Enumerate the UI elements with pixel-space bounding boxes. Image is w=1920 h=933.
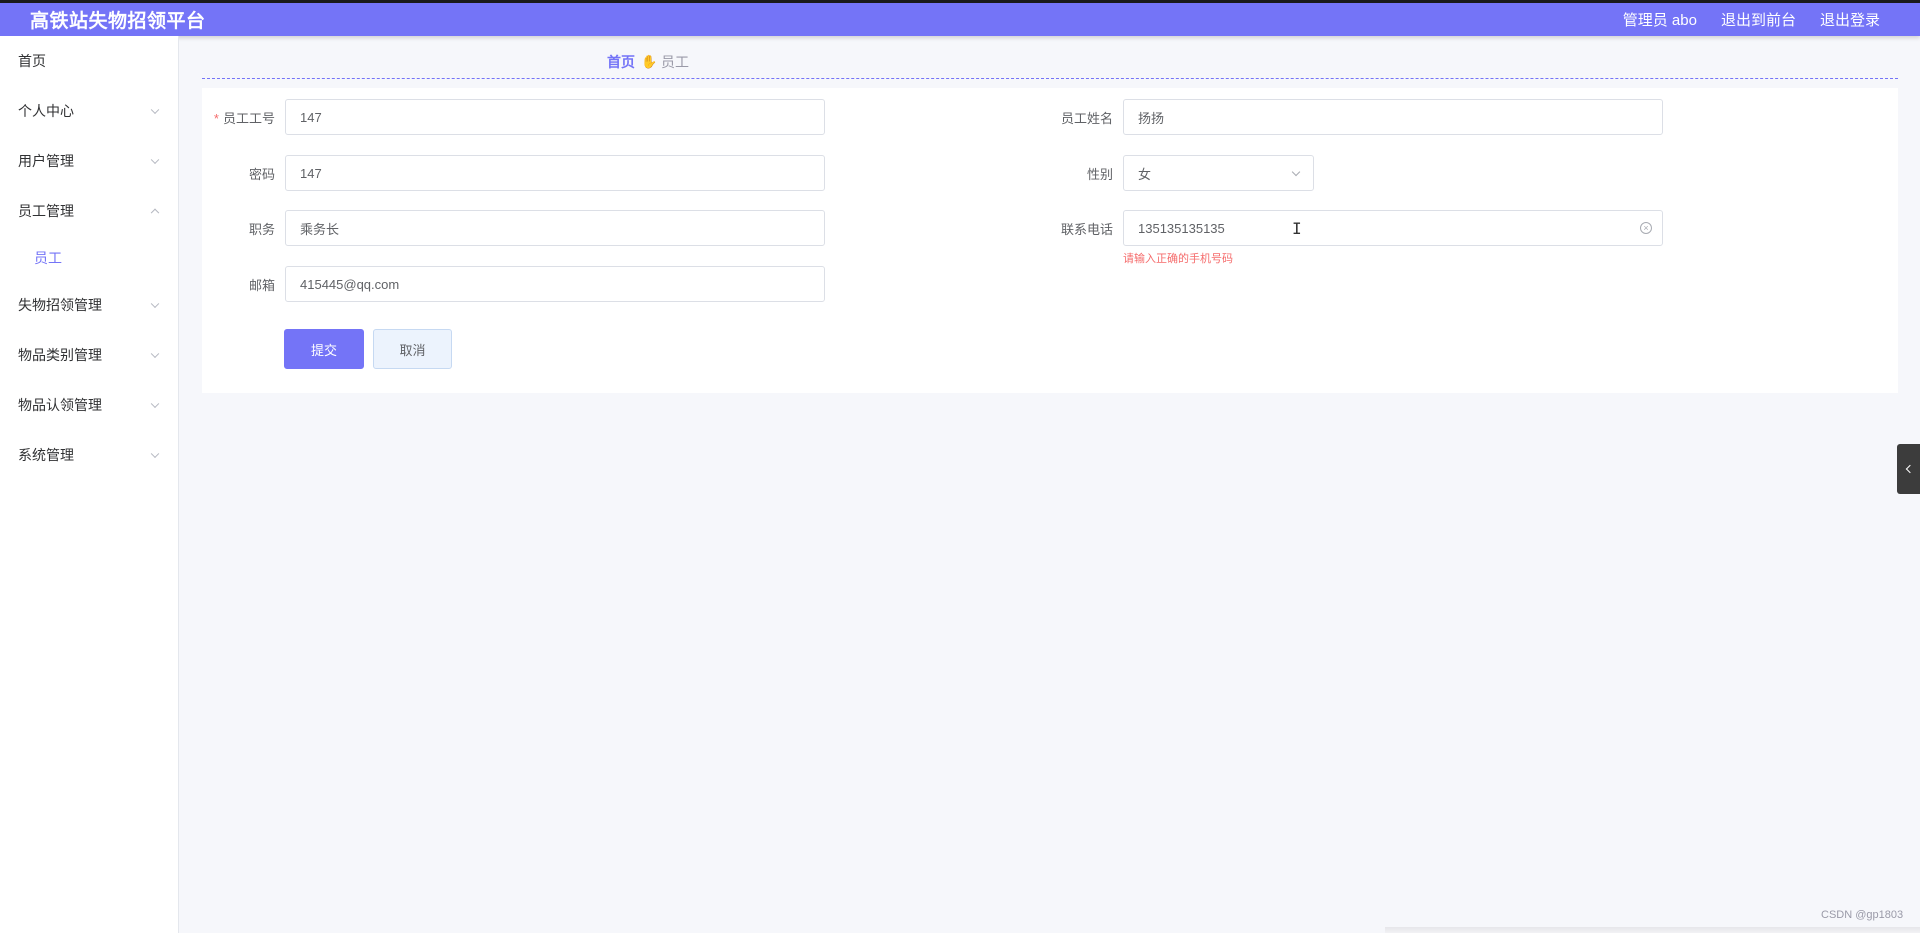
password-label: 密码 bbox=[248, 166, 275, 182]
phone-field: 联系电话 135135135135 I × 请输入正确的手机号码 bbox=[1048, 210, 1663, 265]
header-actions: 管理员 abo 退出到前台 退出登录 bbox=[1623, 9, 1880, 30]
chevron-down-icon bbox=[150, 155, 160, 165]
chevron-down-icon bbox=[150, 299, 160, 309]
email-field: 邮箱 415445@qq.com bbox=[210, 266, 825, 302]
gender-label: 性别 bbox=[1086, 166, 1113, 182]
position-field: 职务 乘务长 bbox=[210, 210, 825, 246]
chevron-down-icon bbox=[150, 349, 160, 359]
sidebar-subitem-employee[interactable]: 员工 bbox=[0, 236, 178, 280]
phone-input-wrap: 135135135135 I × 请输入正确的手机号码 bbox=[1123, 210, 1663, 265]
sidebar-item-label: 首页 bbox=[18, 53, 46, 69]
phone-label: 联系电话 bbox=[1060, 221, 1113, 237]
cancel-button[interactable]: 取消 bbox=[373, 329, 452, 369]
sidebar-item-label: 员工 bbox=[34, 250, 62, 266]
sidebar-item-label: 用户管理 bbox=[18, 153, 74, 169]
email-input[interactable]: 415445@qq.com bbox=[285, 266, 825, 302]
password-input[interactable]: 147 bbox=[285, 155, 825, 191]
name-label: 员工姓名 bbox=[1060, 110, 1113, 126]
sidebar-item-label: 系统管理 bbox=[18, 447, 74, 463]
sidebar-item-lost-found-management[interactable]: 失物招领管理 bbox=[0, 280, 178, 330]
current-user[interactable]: 管理员 abo bbox=[1623, 9, 1697, 30]
side-panel-toggle[interactable] bbox=[1897, 444, 1920, 494]
exit-to-front-link[interactable]: 退出到前台 bbox=[1721, 9, 1796, 30]
sidebar-item-system-management[interactable]: 系统管理 bbox=[0, 430, 178, 480]
divider bbox=[202, 78, 1898, 79]
chevron-down-icon bbox=[150, 105, 160, 115]
employee-id-field: * 员工工号 147 bbox=[210, 99, 825, 135]
chevron-up-icon bbox=[150, 208, 160, 218]
required-mark: * bbox=[213, 110, 219, 126]
name-field: 员工姓名 扬扬 bbox=[1048, 99, 1663, 135]
breadcrumb: 首页 ✋ 员工 bbox=[607, 52, 689, 72]
sidebar-item-personal-center[interactable]: 个人中心 bbox=[0, 86, 178, 136]
chevron-down-icon bbox=[150, 399, 160, 409]
sidebar-item-label: 物品认领管理 bbox=[18, 397, 102, 413]
sidebar-item-label: 员工管理 bbox=[18, 203, 74, 219]
phone-input[interactable]: 135135135135 I × bbox=[1123, 210, 1663, 246]
watermark: CSDN @gp1803 bbox=[1821, 909, 1904, 921]
gender-select[interactable]: 女 bbox=[1123, 155, 1314, 191]
breadcrumb-home[interactable]: 首页 bbox=[607, 52, 635, 72]
breadcrumb-current: 员工 bbox=[661, 54, 689, 70]
top-header: 高铁站失物招领平台 管理员 abo 退出到前台 退出登录 bbox=[0, 0, 1920, 36]
sidebar-item-claim-management[interactable]: 物品认领管理 bbox=[0, 380, 178, 430]
sidebar-item-category-management[interactable]: 物品类别管理 bbox=[0, 330, 178, 380]
logout-link[interactable]: 退出登录 bbox=[1820, 9, 1880, 30]
submit-button[interactable]: 提交 bbox=[284, 329, 364, 369]
main-content: 首页 ✋ 员工 * 员工工号 147 密码 147 职务 乘务长 邮箱 41544… bbox=[180, 36, 1920, 933]
phone-input-value: 135135135135 bbox=[1138, 220, 1225, 236]
password-field: 密码 147 bbox=[210, 155, 825, 191]
sidebar-item-label: 个人中心 bbox=[18, 103, 74, 119]
employee-form: * 员工工号 147 密码 147 职务 乘务长 邮箱 415445@qq.com… bbox=[202, 88, 1898, 393]
app-title: 高铁站失物招领平台 bbox=[30, 11, 206, 32]
chevron-down-icon bbox=[150, 449, 160, 459]
text-cursor-icon: I bbox=[1292, 219, 1302, 238]
email-label: 邮箱 bbox=[248, 277, 275, 293]
chevron-left-icon bbox=[1905, 464, 1915, 474]
hand-icon: ✋ bbox=[641, 54, 658, 69]
position-label: 职务 bbox=[248, 221, 275, 237]
employee-id-input[interactable]: 147 bbox=[285, 99, 825, 135]
sidebar-item-home[interactable]: 首页 bbox=[0, 36, 178, 86]
sidebar-item-label: 失物招领管理 bbox=[18, 297, 102, 313]
phone-error-message: 请输入正确的手机号码 bbox=[1123, 253, 1233, 265]
gender-select-value: 女 bbox=[1138, 166, 1152, 182]
sidebar-item-employee-management[interactable]: 员工管理 bbox=[0, 186, 178, 236]
position-input[interactable]: 乘务长 bbox=[285, 210, 825, 246]
gender-field: 性别 女 bbox=[1048, 155, 1314, 191]
sidebar-item-user-management[interactable]: 用户管理 bbox=[0, 136, 178, 186]
name-input[interactable]: 扬扬 bbox=[1123, 99, 1663, 135]
sidebar-item-label: 物品类别管理 bbox=[18, 347, 102, 363]
sidebar: 首页 个人中心 用户管理 员工管理 员工 失物招领管理 物品类别管理 物品认领管… bbox=[0, 36, 179, 933]
clear-circle-icon[interactable]: × bbox=[1640, 222, 1652, 234]
employee-id-label: * 员工工号 bbox=[213, 110, 275, 126]
chevron-down-icon bbox=[1291, 167, 1301, 177]
bottom-overlay-bar bbox=[1385, 927, 1920, 933]
